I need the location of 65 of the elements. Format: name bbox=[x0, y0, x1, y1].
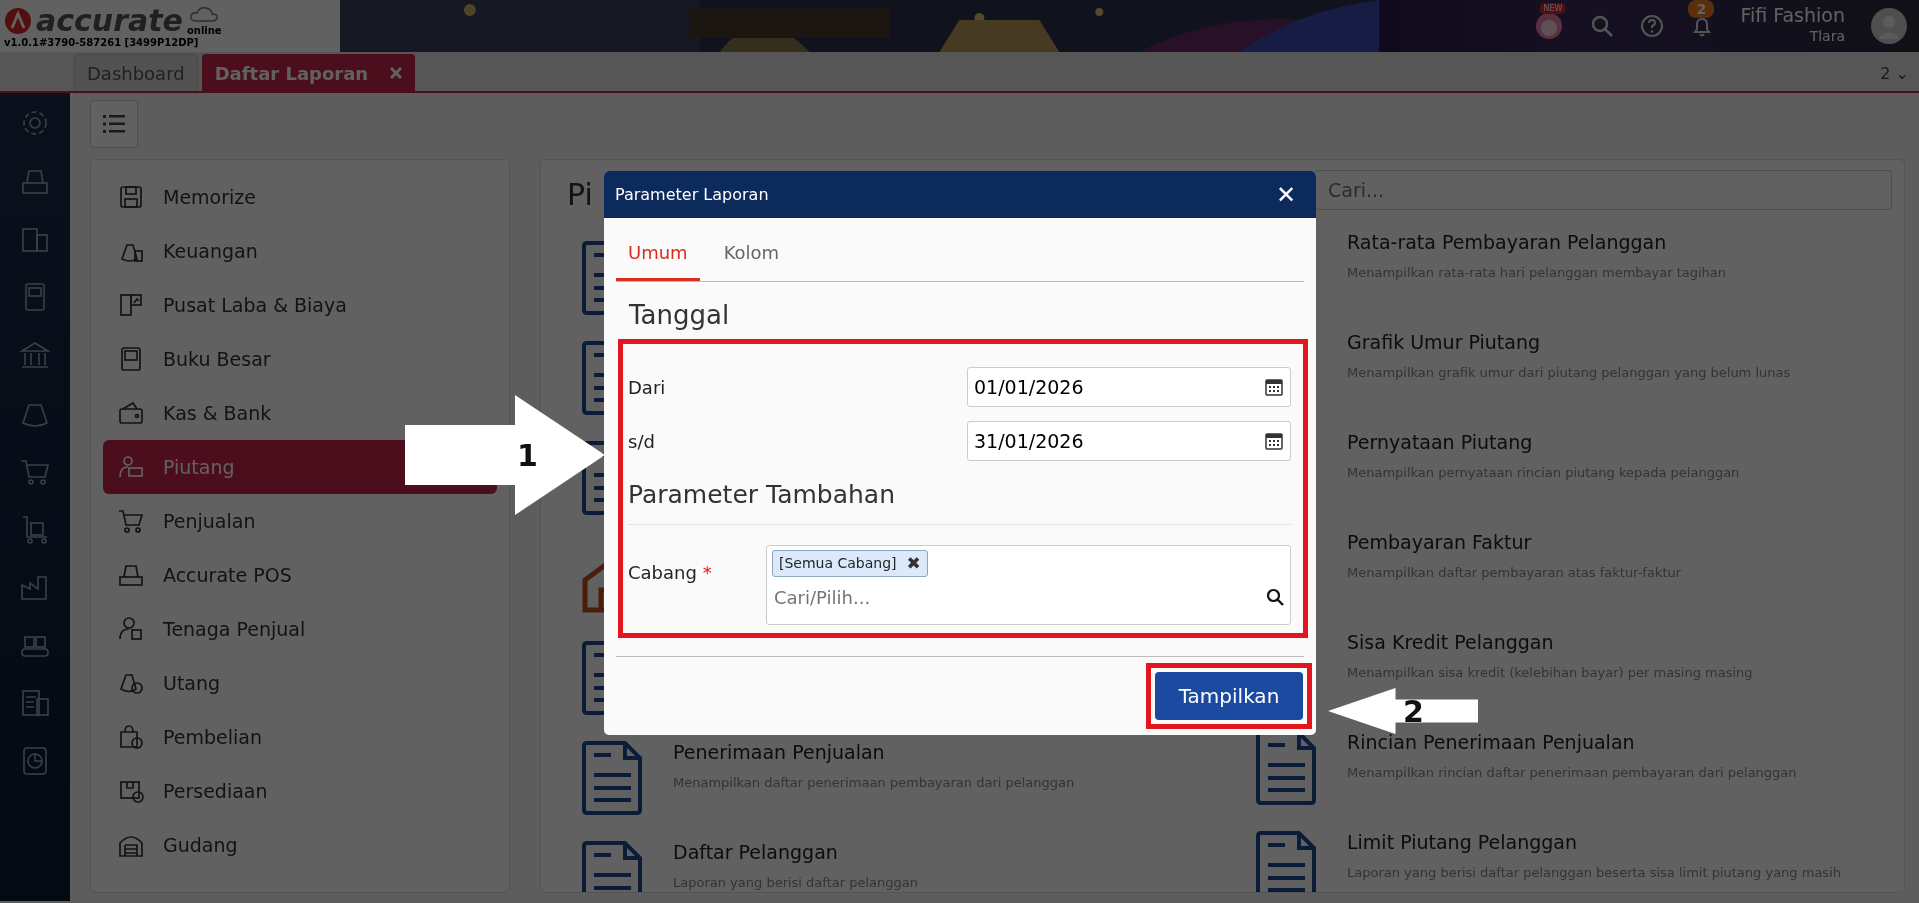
menu-item[interactable]: Kas & Bank bbox=[103, 386, 497, 440]
report-title[interactable]: Daftar Pelanggan bbox=[673, 840, 918, 865]
tag: [Semua Cabang] ✖ bbox=[772, 549, 928, 577]
report-title[interactable]: Pernyataan Piutang bbox=[1347, 430, 1740, 455]
menu-item[interactable]: Penjualan bbox=[103, 494, 497, 548]
report-title[interactable]: Rincian Penerimaan Penjualan bbox=[1347, 730, 1797, 755]
menu-item[interactable]: Memorize bbox=[103, 170, 497, 224]
dialog-title: Parameter Laporan bbox=[615, 183, 769, 206]
help-icon[interactable] bbox=[1640, 14, 1665, 38]
avatar[interactable] bbox=[1871, 8, 1907, 44]
branch-field[interactable]: [Semua Cabang] ✖ Cari/Pilih... bbox=[766, 544, 1291, 625]
show-button[interactable]: Tampilkan bbox=[1155, 671, 1303, 720]
menu-item[interactable]: Tenaga Penjual bbox=[103, 602, 497, 656]
list-view-button[interactable] bbox=[90, 100, 138, 148]
tab-count-dropdown[interactable]: 2 ⌄ bbox=[1880, 62, 1909, 86]
report-title[interactable]: Grafik Umur Piutang bbox=[1347, 330, 1791, 355]
calendar-icon[interactable] bbox=[1265, 378, 1283, 396]
list-icon bbox=[103, 114, 125, 134]
tab[interactable]: Umum bbox=[616, 239, 700, 281]
version-text: v1.0.1#3790-587261 [3499P12DP] bbox=[4, 37, 200, 48]
step-number: 1 bbox=[517, 437, 538, 475]
menu-item[interactable]: Accurate POS bbox=[103, 548, 497, 602]
calendar-icon[interactable] bbox=[1265, 432, 1283, 450]
menu-item[interactable]: Utang bbox=[103, 656, 497, 710]
tab[interactable]: Kolom bbox=[711, 239, 792, 281]
field-label: Cabang * bbox=[628, 560, 713, 585]
report-title[interactable]: Sisa Kredit Pelanggan bbox=[1347, 630, 1753, 655]
report-title[interactable]: Rata-rata Pembayaran Pelanggan bbox=[1347, 230, 1727, 255]
date-field[interactable]: 01/01/2026 bbox=[967, 367, 1291, 407]
page-heading: Pi bbox=[567, 176, 593, 214]
remove-button[interactable]: ✖ bbox=[906, 554, 921, 572]
search-field[interactable]: Cari/Pilih... bbox=[772, 582, 1266, 612]
person-badge-icon bbox=[117, 615, 145, 643]
menu-item[interactable]: Pusat Laba & Biaya bbox=[103, 278, 497, 332]
logo-icon bbox=[4, 7, 32, 35]
report-title[interactable]: Limit Piutang Pelanggan bbox=[1347, 830, 1841, 855]
shopping-bag-plus-icon bbox=[117, 723, 145, 751]
tab[interactable]: Daftar Laporan bbox=[201, 54, 416, 91]
menu-item[interactable]: Keuangan bbox=[103, 224, 497, 278]
menu-item[interactable]: Buku Besar bbox=[103, 332, 497, 386]
user-name[interactable]: Fifi Fashion bbox=[1740, 5, 1845, 26]
date-field[interactable]: 31/01/2026 bbox=[967, 421, 1291, 461]
menu-item[interactable]: Pembelian bbox=[103, 710, 497, 764]
menu-item[interactable]: Persediaan bbox=[103, 764, 497, 818]
field-label: Dari bbox=[628, 375, 667, 400]
section-heading: Tanggal bbox=[629, 299, 731, 332]
report-title[interactable]: Pembayaran Faktur bbox=[1347, 530, 1682, 555]
cloud-icon bbox=[189, 4, 220, 23]
building-chart-icon bbox=[117, 291, 145, 319]
menu-item[interactable]: Gudang bbox=[103, 818, 497, 872]
section-heading: Parameter Tambahan bbox=[628, 468, 1291, 525]
cart-icon bbox=[117, 507, 145, 535]
report-title[interactable]: Penerimaan Penjualan bbox=[673, 740, 1075, 765]
wallet-icon bbox=[117, 399, 145, 427]
close-icon[interactable] bbox=[390, 67, 403, 79]
search-icon[interactable] bbox=[1266, 588, 1284, 606]
step-number: 2 bbox=[1403, 693, 1424, 731]
mascot-icon[interactable] bbox=[1534, 11, 1565, 41]
logo-text: accurate bbox=[36, 6, 183, 36]
notification-badge: 2 bbox=[1688, 0, 1715, 18]
field-label: s/d bbox=[628, 429, 656, 454]
user-subtitle: Tlara bbox=[1808, 26, 1845, 46]
logo-subtitle: online bbox=[186, 23, 222, 38]
new-badge: NEW bbox=[1540, 3, 1566, 14]
close-button[interactable]: ✕ bbox=[1269, 181, 1302, 208]
